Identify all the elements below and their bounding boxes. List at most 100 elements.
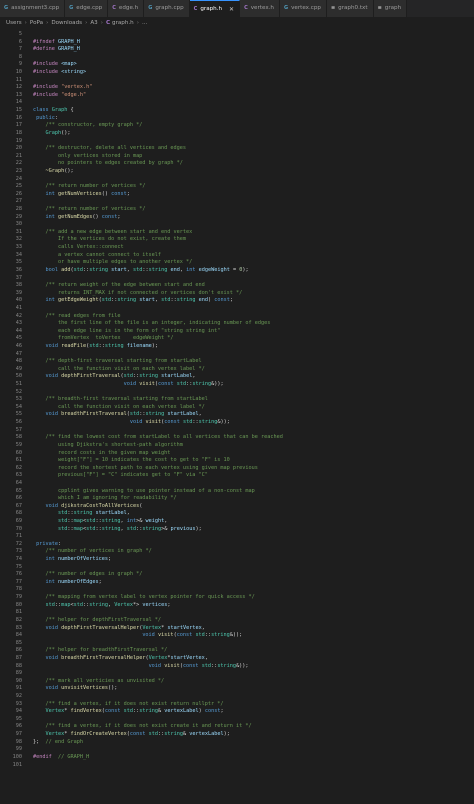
code-line[interactable]: 84 void visit(const std::string&)); <box>0 632 474 640</box>
breadcrumb-item[interactable]: PoPa <box>30 20 43 26</box>
code-line[interactable]: 27 <box>0 198 474 206</box>
code-line[interactable]: 52 <box>0 389 474 397</box>
code-line[interactable]: 41 <box>0 305 474 313</box>
code-line[interactable]: 54 call the function visit on each verte… <box>0 404 474 412</box>
code-line[interactable]: 66 which I am ignoring for readability *… <box>0 495 474 503</box>
code-line[interactable]: 57 <box>0 427 474 435</box>
code-line[interactable]: 14 <box>0 99 474 107</box>
code-line[interactable]: 63 previous["F"] = "C" indicates get to … <box>0 472 474 480</box>
code-line[interactable]: 85 <box>0 640 474 648</box>
code-line[interactable]: 96 /** find a vertex, if it does not exi… <box>0 723 474 731</box>
code-line[interactable]: 58 /** find the lowest cost from startLa… <box>0 434 474 442</box>
code-line[interactable]: 95 <box>0 716 474 724</box>
code-line[interactable]: 12 #include "vertex.h" <box>0 84 474 92</box>
code-line[interactable]: 42 /** read edges from file <box>0 313 474 321</box>
code-line[interactable]: 36 bool add(std::string start, std::stri… <box>0 267 474 275</box>
code-line[interactable]: 64 <box>0 480 474 488</box>
code-line[interactable]: 69 std::map<std::string, int>& weight, <box>0 518 474 526</box>
code-line[interactable]: 60 record costs in the given map weight <box>0 450 474 458</box>
code-line[interactable]: 92 <box>0 693 474 701</box>
code-line[interactable]: 81 <box>0 609 474 617</box>
code-line[interactable]: 80 std::map<std::string, Vertex*> vertic… <box>0 602 474 610</box>
tab-graph[interactable]: ≡ graph <box>373 0 408 17</box>
code-line[interactable]: 24 <box>0 176 474 184</box>
code-line[interactable]: 73 /** number of vertices in graph */ <box>0 548 474 556</box>
tab-edge-cpp[interactable]: Gedge.cpp <box>65 0 109 17</box>
code-line[interactable]: 10 #include <string> <box>0 69 474 77</box>
code-line[interactable]: 94 Vertex* findVertex(const std::string&… <box>0 708 474 716</box>
code-line[interactable]: 13 #include "edge.h" <box>0 92 474 100</box>
code-line[interactable]: 50 void depthFirstTraversal(std::string … <box>0 373 474 381</box>
code-line[interactable]: 30 <box>0 221 474 229</box>
code-line[interactable]: 49 call the function visit on each verte… <box>0 366 474 374</box>
code-line[interactable]: 29 int getNumEdges() const; <box>0 214 474 222</box>
code-line[interactable]: 23 ~Graph(); <box>0 168 474 176</box>
code-line[interactable]: 20 /** destructor, delete all vertices a… <box>0 145 474 153</box>
code-line[interactable]: 15 class Graph { <box>0 107 474 115</box>
code-line[interactable]: 21 only vertices stored in map <box>0 153 474 161</box>
code-line[interactable]: 91 void unvisitVertices(); <box>0 685 474 693</box>
code-line[interactable]: 55 void breadthFirstTraversal(std::strin… <box>0 411 474 419</box>
breadcrumb-item[interactable]: graph.h <box>112 20 134 26</box>
tab-vertex-h[interactable]: Cvertex.h <box>240 0 280 17</box>
code-line[interactable]: 72 private: <box>0 541 474 549</box>
breadcrumb-item[interactable]: Downloads <box>51 20 82 26</box>
code-line[interactable]: 82 /** helper for depthFirstTraversal */ <box>0 617 474 625</box>
tab-edge-h[interactable]: Cedge.h <box>108 0 145 17</box>
code-line[interactable]: 35 or have multiple edges to another ver… <box>0 259 474 267</box>
code-line[interactable]: 43 the first line of the file is an inte… <box>0 320 474 328</box>
code-line[interactable]: 65 cpplint gives warning to use pointer … <box>0 488 474 496</box>
code-line[interactable]: 74 int numberOfVertices; <box>0 556 474 564</box>
code-line[interactable]: 37 <box>0 275 474 283</box>
code-line[interactable]: 7 #define GRAPH_H <box>0 46 474 54</box>
code-line[interactable]: 71 <box>0 533 474 541</box>
tab-graph0-txt[interactable]: ≡ graph0.txt <box>326 0 374 17</box>
tab-assignment3-cpp[interactable]: Gassignment3.cpp <box>0 0 66 17</box>
code-line[interactable]: 39 returns INT_MAX if not connected or v… <box>0 290 474 298</box>
code-line[interactable]: 8 <box>0 54 474 62</box>
code-line[interactable]: 48 /** depth-first traversal starting fr… <box>0 358 474 366</box>
code-line[interactable]: 56 void visit(const std::string&)); <box>0 419 474 427</box>
tab-graph-cpp[interactable]: Ggraph.cpp <box>144 0 190 17</box>
code-line[interactable]: 11 <box>0 77 474 85</box>
code-line[interactable]: 47 <box>0 351 474 359</box>
code-line[interactable]: 101 <box>0 762 474 770</box>
code-line[interactable]: 97 Vertex* findOrCreateVertex(const std:… <box>0 731 474 739</box>
breadcrumb-item[interactable]: Users <box>6 20 22 26</box>
code-line[interactable]: 62 record the shortest path to each vert… <box>0 465 474 473</box>
code-line[interactable]: 100 #endif // GRAPH_H <box>0 754 474 762</box>
code-line[interactable]: 34 a vertex cannot connect to itself <box>0 252 474 260</box>
code-line[interactable]: 78 <box>0 586 474 594</box>
code-line[interactable]: 90 /** mark all verticies as unvisited *… <box>0 678 474 686</box>
code-line[interactable]: 51 void visit(const std::string&)); <box>0 381 474 389</box>
code-line[interactable]: 53 /** breadth-first traversal starting … <box>0 396 474 404</box>
code-line[interactable]: 89 <box>0 670 474 678</box>
breadcrumb-item[interactable]: A3 <box>90 20 97 26</box>
code-line[interactable]: 93 /** find a vertex, if it does not exi… <box>0 701 474 709</box>
code-line[interactable]: 46 void readFile(std::string filename); <box>0 343 474 351</box>
code-line[interactable]: 31 /** add a new edge between start and … <box>0 229 474 237</box>
code-line[interactable]: 79 /** mapping from vertex label to vert… <box>0 594 474 602</box>
code-line[interactable]: 32 If the vertices do not exist, create … <box>0 236 474 244</box>
code-line[interactable]: 83 void depthFirstTraversalHelper(Vertex… <box>0 625 474 633</box>
code-line[interactable]: 68 std::string startLabel, <box>0 510 474 518</box>
code-line[interactable]: 26 int getNumVertices() const; <box>0 191 474 199</box>
code-line[interactable]: 77 int numberOfEdges; <box>0 579 474 587</box>
code-editor[interactable]: 5 6 #ifndef GRAPH_H 7 #define GRAPH_H 8 9 #incl… <box>0 31 474 804</box>
code-line[interactable]: 38 /** return weight of the edge between… <box>0 282 474 290</box>
code-line[interactable]: 70 std::map<std::string, std::string>& p… <box>0 526 474 534</box>
code-line[interactable]: 22 no pointers to edges created by graph… <box>0 160 474 168</box>
tab-vertex-cpp[interactable]: Gvertex.cpp <box>279 0 327 17</box>
code-line[interactable]: 19 <box>0 138 474 146</box>
code-line[interactable]: 5 <box>0 31 474 39</box>
close-icon[interactable]: ✕ <box>229 1 234 17</box>
code-line[interactable]: 86 /** helper for breadthFirstTraversal … <box>0 647 474 655</box>
code-line[interactable]: 88 void visit(const std::string&)); <box>0 663 474 671</box>
code-line[interactable]: 18 Graph(); <box>0 130 474 138</box>
code-line[interactable]: 44 each edge line is in the form of "str… <box>0 328 474 336</box>
code-line[interactable]: 17 /** constructor, empty graph */ <box>0 122 474 130</box>
tab-graph-h[interactable]: Cgraph.h ✕ <box>189 0 241 17</box>
code-line[interactable]: 99 <box>0 746 474 754</box>
code-line[interactable]: 59 using Djikstra's shortest-path algori… <box>0 442 474 450</box>
code-line[interactable]: 98}; // end Graph <box>0 739 474 747</box>
